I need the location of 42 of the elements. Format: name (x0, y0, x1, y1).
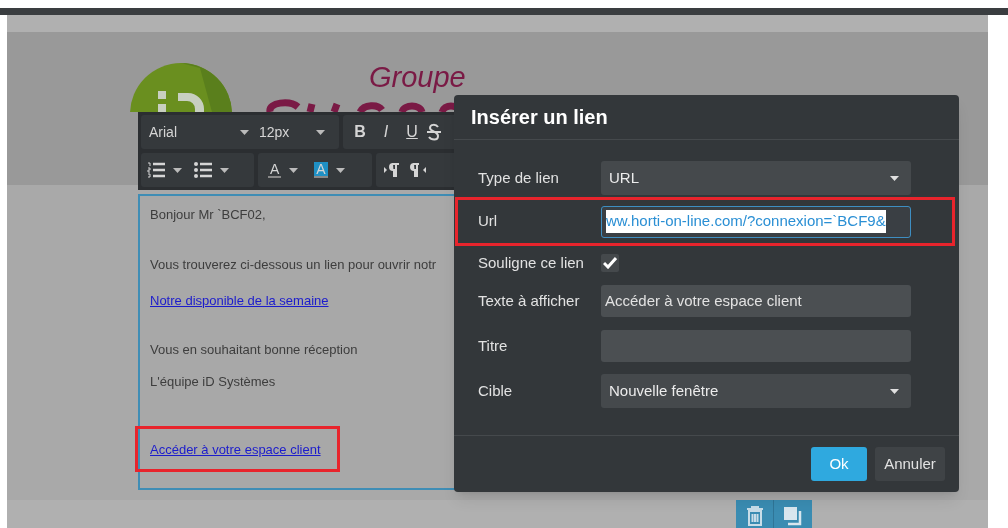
link[interactable]: Notre disponible de la semaine (150, 293, 329, 308)
field-label: Url (477, 211, 499, 232)
caret-icon (316, 129, 325, 135)
logo-tagline: Groupe (369, 63, 466, 92)
bold-button[interactable]: B (349, 120, 371, 144)
strikethrough-icon (427, 123, 441, 141)
bullet-list-icon (194, 162, 212, 178)
caret-icon (240, 129, 249, 135)
numbered-list-icon (147, 162, 165, 178)
link[interactable]: Accéder à votre espace client (150, 442, 321, 457)
trash-icon (745, 505, 764, 526)
delete-button[interactable] (736, 500, 774, 528)
dropdown[interactable]: Nouvelle fenêtre (601, 374, 911, 408)
text-color-button[interactable]: A (268, 162, 299, 178)
font-select[interactable]: Arial (149, 121, 249, 143)
dialog-title: Insérer un lien (471, 105, 608, 130)
right-to-left-button[interactable] (410, 162, 426, 178)
checkbox[interactable] (601, 254, 619, 272)
caret-icon (890, 388, 899, 394)
caret-icon (890, 175, 899, 181)
input-field[interactable]: Accéder à votre espace client (601, 285, 911, 317)
dropdown[interactable]: URL (601, 161, 911, 195)
cancel-button[interactable]: Annuler (875, 447, 945, 481)
italic-button[interactable]: I (375, 120, 397, 144)
field-label: Type de lien (477, 167, 560, 188)
left-to-right-button[interactable] (384, 162, 400, 178)
paragraph-text: L'équipe iD Systèmes (150, 373, 276, 391)
input-field[interactable]: ww.horti-on-line.com/?connexion=`BCF9& (601, 205, 911, 238)
paragraph-text: Bonjour Mr `BCF02, (150, 206, 266, 224)
paragraph-icon (384, 162, 400, 178)
caret-icon (220, 167, 229, 173)
underline-button[interactable]: U (401, 120, 423, 144)
copy-icon (783, 505, 803, 526)
caret-icon (173, 167, 182, 173)
caret-icon (335, 167, 345, 173)
caret-icon (289, 167, 299, 173)
paragraph-text: Vous trouverez ci-dessous un lien pour ouvrir notr (150, 256, 437, 274)
input-field[interactable] (601, 330, 911, 362)
size-select[interactable]: 12px (259, 121, 325, 143)
duplicate-button[interactable] (774, 500, 812, 528)
paragraph-icon (410, 162, 426, 178)
paragraph-text: Vous en souhaitant bonne réception (150, 341, 358, 359)
